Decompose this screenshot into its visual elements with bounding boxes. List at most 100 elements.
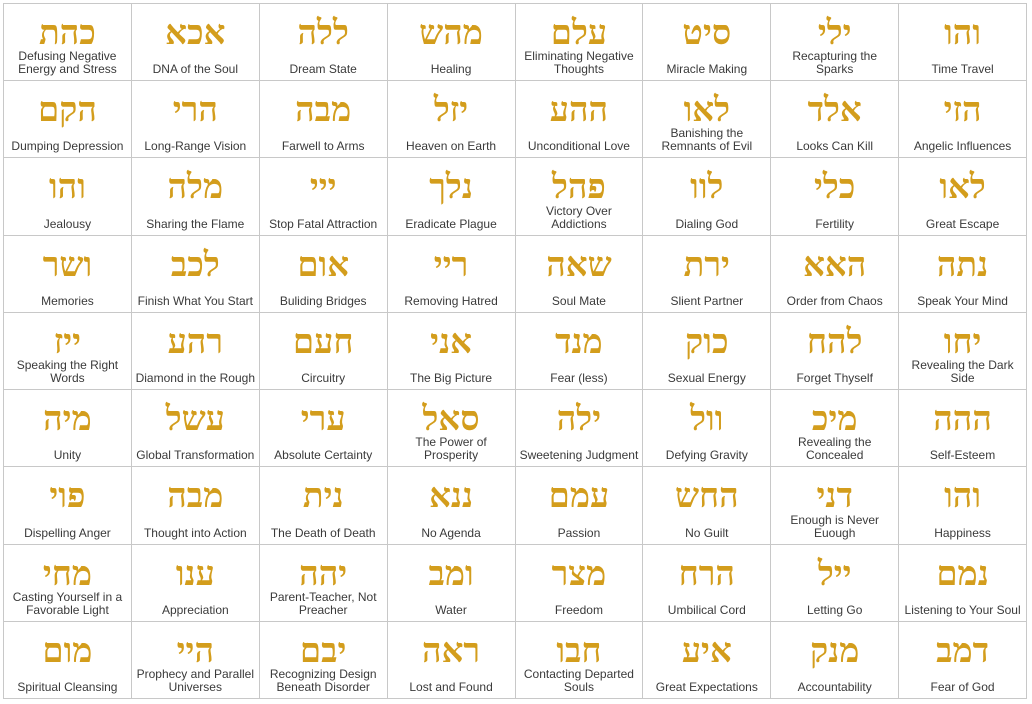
name-label: Order from Chaos [786, 293, 883, 308]
hebrew-letters: חעם [292, 321, 354, 362]
name-label: Lost and Found [409, 679, 493, 694]
name-card: הזי Angelic Influences [899, 81, 1027, 159]
name-label: Dialing God [675, 216, 739, 231]
name-card: איע Great Expectations [643, 621, 772, 699]
name-card: סאל The Power of Prosperity [387, 390, 516, 468]
hebrew-letters: ילה [556, 399, 602, 440]
name-label: Unconditional Love [527, 139, 630, 154]
name-card: אום Buliding Bridges [259, 235, 388, 313]
name-card: הקם Dumping Depression [4, 81, 132, 159]
name-card: ננא No Agenda [387, 467, 516, 545]
name-label: Speaking the Right Words [16, 358, 119, 386]
name-label: Banishing the Remnants of Evil [661, 126, 753, 154]
name-label: Healing [430, 62, 472, 77]
name-card: מיה Unity [4, 390, 132, 468]
name-card: מנד Fear (less) [515, 312, 644, 391]
name-card: ענו Appreciation [131, 544, 260, 622]
name-card: לאו Great Escape [899, 158, 1027, 236]
hebrew-letters: הרי [172, 90, 218, 131]
hebrew-letters: מנד [555, 321, 603, 362]
hebrew-letters: והו [944, 476, 982, 517]
name-card: להח Forget Thyself [771, 312, 900, 391]
name-label: Buliding Bridges [279, 293, 367, 308]
name-label: Fertility [815, 216, 855, 231]
name-card: עמם Passion [515, 467, 644, 545]
hebrew-letters: חבו [556, 630, 602, 671]
hebrew-letters: יהה [299, 553, 348, 594]
name-label: Listening to Your Soul [904, 602, 1021, 617]
hebrew-letters: ענו [175, 553, 215, 594]
name-card: חעם Circuitry [259, 312, 388, 391]
hebrew-letters: ייז [53, 321, 82, 362]
name-card: לוו Dialing God [643, 158, 772, 236]
name-label: Angelic Influences [913, 139, 1012, 154]
name-card: וול Defying Gravity [643, 390, 772, 468]
name-card: כוק Sexual Energy [643, 312, 772, 391]
name-label: The Power of Prosperity [415, 435, 487, 463]
name-card: עשל Global Transformation [131, 390, 260, 468]
name-label: Speak Your Mind [917, 293, 1008, 308]
name-label: Thought into Action [143, 525, 247, 540]
hebrew-letters: ההע [549, 90, 609, 131]
name-label: Dumping Depression [11, 139, 124, 154]
name-label: Heaven on Earth [406, 139, 497, 154]
name-label: Defusing Negative Energy and Stress [18, 49, 117, 77]
hebrew-letters: ראה [422, 630, 481, 671]
name-card: ייל Letting Go [771, 544, 900, 622]
hebrew-letters: מום [42, 630, 93, 671]
hebrew-letters: איע [681, 630, 732, 671]
hebrew-letters: החש [674, 476, 739, 517]
name-card: לאו Banishing the Remnants of Evil [643, 81, 772, 159]
name-card: מלה Sharing the Flame [131, 158, 260, 236]
hebrew-letters: רהע [167, 321, 224, 362]
hebrew-letters: והו [944, 13, 982, 53]
hebrew-letters: הקם [37, 90, 97, 131]
name-card: אני The Big Picture [387, 312, 516, 391]
name-label: Prophecy and Parallel Universes [136, 666, 255, 694]
hebrew-letters: להח [806, 321, 863, 362]
name-label: Circuitry [301, 371, 346, 386]
name-card: רהע Diamond in the Rough [131, 312, 260, 391]
hebrew-letters: אום [297, 244, 350, 285]
name-card: פהל Victory Over Addictions [515, 158, 644, 236]
name-label: Dispelling Anger [24, 525, 111, 540]
name-label: Time Travel [931, 62, 994, 77]
name-card: מנק Accountability [771, 621, 900, 699]
hebrew-letters: הזי [943, 90, 982, 131]
hebrew-letters: מבה [167, 476, 224, 517]
hebrew-letters: לוו [690, 167, 724, 208]
hebrew-letters: דמב [936, 630, 990, 671]
name-card: דמב Fear of God [899, 621, 1027, 699]
hebrew-letters: ייל [817, 553, 852, 594]
name-label: Slient Partner [670, 293, 744, 308]
hebrew-letters: ההה [933, 399, 992, 440]
name-card: והו Jealousy [4, 158, 132, 236]
name-card: סיט Miracle Making [643, 4, 772, 82]
hebrew-letters: אכא [165, 13, 226, 53]
hebrew-letters: והו [48, 167, 86, 208]
hebrew-letters: מיה [43, 399, 92, 440]
hebrew-letters: מיכ [811, 399, 858, 440]
name-label: Absolute Certainty [274, 448, 373, 463]
name-label: Farwell to Arms [281, 139, 365, 154]
name-card: מבה Thought into Action [131, 467, 260, 545]
name-card: אכא DNA of the Soul [131, 4, 260, 82]
name-card: החש No Guilt [643, 467, 772, 545]
name-card: ילה Sweetening Judgment [515, 390, 644, 468]
name-card: כהת Defusing Negative Energy and Stress [4, 4, 132, 82]
name-card: יזל Heaven on Earth [387, 81, 516, 159]
name-label: Fear of God [930, 679, 995, 694]
name-label: Revealing the Dark Side [911, 358, 1014, 386]
hebrew-letters: וול [690, 399, 724, 440]
name-label: Eradicate Plague [405, 216, 497, 231]
hebrew-letters: פוי [49, 476, 86, 517]
hebrew-letters: ריי [433, 244, 469, 285]
name-card: מיכ Revealing the Concealed [771, 390, 900, 468]
name-card: אלד Looks Can Kill [771, 81, 900, 159]
hebrew-letters: לאו [939, 167, 986, 208]
name-card: ללה Dream State [259, 4, 388, 82]
name-label: Revealing the Concealed [797, 435, 872, 463]
name-card: ושר Memories [4, 235, 132, 313]
name-card: ומב Water [387, 544, 516, 622]
name-card: מצר Freedom [515, 544, 644, 622]
